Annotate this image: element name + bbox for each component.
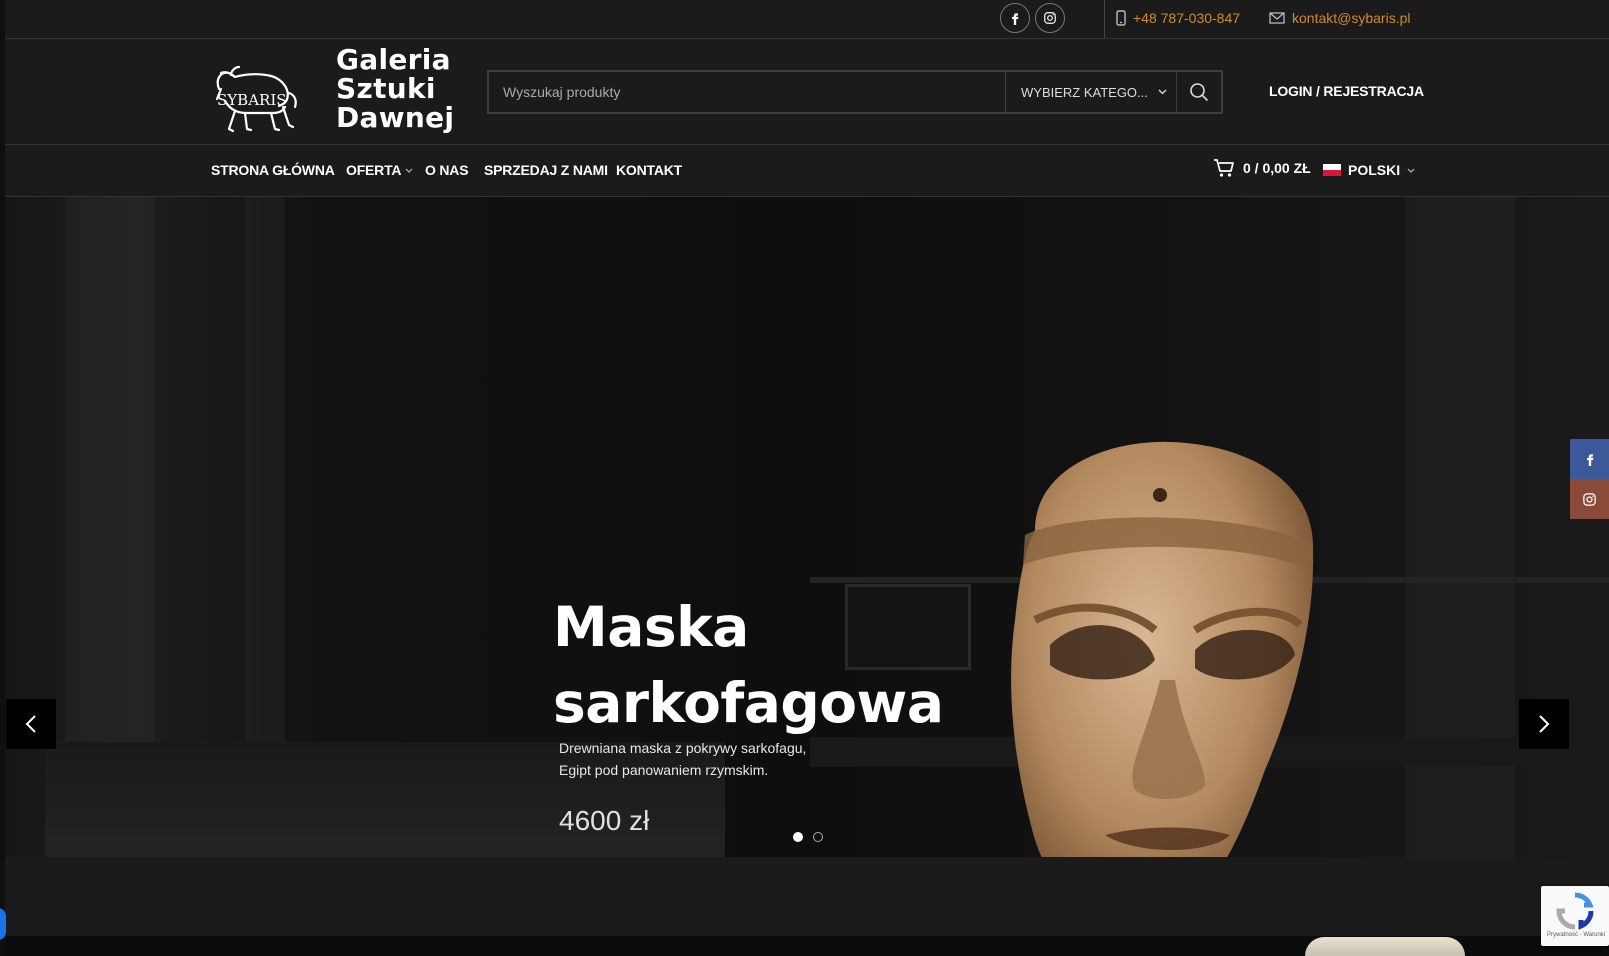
slider-dot-1[interactable] bbox=[793, 832, 803, 842]
nav-item-contact[interactable]: KONTAKT bbox=[616, 162, 682, 178]
nav-item-label: O NAS bbox=[425, 162, 469, 178]
language-label: POLSKI bbox=[1348, 162, 1401, 178]
sarcophagus-mask-image[interactable] bbox=[995, 440, 1345, 857]
chevron-down-icon bbox=[1158, 89, 1167, 95]
floating-facebook-button[interactable] bbox=[1570, 439, 1609, 479]
nav-item-label: KONTAKT bbox=[616, 162, 682, 178]
slide-title: Maska sarkofagowa bbox=[553, 589, 944, 741]
search-icon bbox=[1190, 83, 1209, 102]
nav-item-sell-with-us[interactable]: SPRZEDAJ Z NAMI bbox=[484, 162, 608, 178]
slide-description-line-1: Drewniana maska z pokrywy sarkofagu, bbox=[559, 740, 807, 756]
facebook-icon bbox=[1012, 13, 1019, 25]
nav-item-about[interactable]: O NAS bbox=[425, 162, 469, 178]
instagram-icon bbox=[1044, 12, 1056, 24]
nav-item-offer[interactable]: OFERTA bbox=[346, 162, 413, 178]
chat-widget-button[interactable] bbox=[0, 908, 6, 940]
instagram-icon bbox=[1583, 492, 1596, 506]
mail-icon bbox=[1269, 12, 1285, 24]
slider-next-button[interactable] bbox=[1519, 699, 1569, 749]
instagram-link[interactable] bbox=[1035, 3, 1065, 33]
bull-logo-icon: SYBARIS bbox=[215, 65, 297, 133]
bull-logo[interactable]: SYBARIS bbox=[205, 55, 301, 139]
slider-dot-2[interactable] bbox=[813, 832, 823, 842]
category-select[interactable]: WYBIERZ KATEGO... bbox=[1005, 72, 1176, 112]
logo-wordmark: SYBARIS bbox=[217, 91, 287, 109]
recaptcha-privacy-text: Prywatność - Warunki bbox=[1547, 932, 1606, 938]
email-address: kontakt@sybaris.pl bbox=[1292, 10, 1411, 26]
chevron-left-icon bbox=[25, 715, 36, 733]
facebook-link[interactable] bbox=[1000, 3, 1030, 33]
site-header: SYBARIS Galeria Sztuki Dawnej WYBIERZ KA… bbox=[5, 39, 1609, 145]
product-search-form: WYBIERZ KATEGO... bbox=[487, 70, 1223, 114]
nav-item-label: STRONA GŁÓWNA bbox=[211, 162, 335, 178]
category-select-label: WYBIERZ KATEGO... bbox=[1021, 84, 1148, 100]
search-input[interactable] bbox=[489, 72, 1005, 112]
hero-slider: Maska sarkofagowa Drewniana maska z pokr… bbox=[5, 197, 1609, 857]
top-bar: +48 787-030-847 kontakt@sybaris.pl bbox=[5, 0, 1609, 39]
cart-total: 0 / 0,00 ZŁ bbox=[1243, 160, 1311, 176]
chevron-down-icon bbox=[1407, 168, 1415, 173]
nav-item-label: OFERTA bbox=[346, 162, 402, 178]
floating-instagram-button[interactable] bbox=[1570, 479, 1609, 519]
slide-description: Drewniana maska z pokrywy sarkofagu, Egi… bbox=[559, 737, 859, 781]
phone-icon bbox=[1116, 10, 1126, 26]
cart-link[interactable]: 0 / 0,00 ZŁ bbox=[1213, 158, 1311, 178]
phone-number: +48 787-030-847 bbox=[1133, 10, 1241, 26]
chevron-down-icon bbox=[405, 168, 413, 173]
login-register-link[interactable]: LOGIN / REJESTRACJA bbox=[1269, 83, 1424, 99]
cart-icon bbox=[1214, 159, 1234, 177]
nav-item-home[interactable]: STRONA GŁÓWNA bbox=[211, 162, 335, 178]
recaptcha-icon bbox=[1556, 892, 1594, 930]
brand-name[interactable]: Galeria Sztuki Dawnej bbox=[336, 45, 454, 132]
brand-line-1: Galeria bbox=[336, 43, 451, 76]
recaptcha-badge[interactable]: Prywatność - Warunki bbox=[1541, 886, 1609, 946]
nav-item-label: SPRZEDAJ Z NAMI bbox=[484, 162, 608, 178]
email-link[interactable]: kontakt@sybaris.pl bbox=[1269, 10, 1410, 26]
poland-flag-icon bbox=[1323, 164, 1341, 176]
brand-line-2: Sztuki bbox=[336, 72, 436, 105]
topbar-divider bbox=[1104, 0, 1105, 38]
phone-link[interactable]: +48 787-030-847 bbox=[1116, 10, 1240, 26]
slide-title-line-1: Maska bbox=[553, 595, 749, 659]
main-navigation: STRONA GŁÓWNA OFERTA O NAS SPRZEDAJ Z NA… bbox=[5, 145, 1609, 197]
search-button[interactable] bbox=[1176, 72, 1221, 112]
language-switcher[interactable]: POLSKI bbox=[1323, 162, 1415, 178]
slide-price: 4600 zł bbox=[559, 805, 650, 836]
slide-description-line-2: Egipt pod panowaniem rzymskim. bbox=[559, 762, 769, 778]
product-preview-image[interactable] bbox=[1305, 937, 1465, 956]
slide-title-line-2: sarkofagowa bbox=[553, 671, 944, 735]
chevron-right-icon bbox=[1539, 715, 1550, 733]
brand-line-3: Dawnej bbox=[336, 101, 455, 134]
facebook-icon bbox=[1586, 454, 1593, 466]
slider-prev-button[interactable] bbox=[6, 699, 56, 749]
